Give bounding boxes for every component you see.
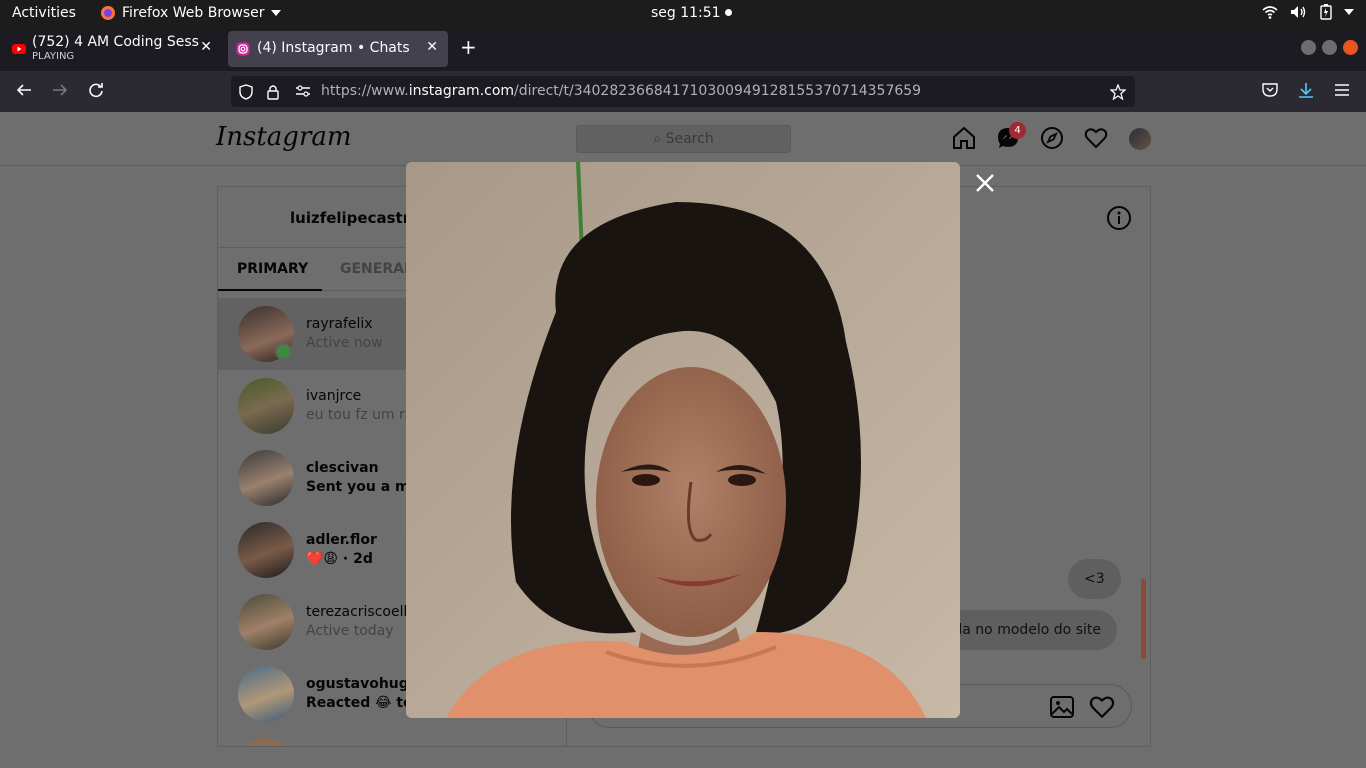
- search-placeholder: Search: [665, 131, 714, 147]
- url-host: instagram.com: [408, 83, 515, 99]
- portrait-photo: [406, 162, 960, 718]
- minimize-button[interactable]: [1301, 40, 1316, 55]
- avatar: [238, 522, 294, 578]
- avatar: [238, 450, 294, 506]
- downloads-icon[interactable]: [1298, 82, 1314, 98]
- thread-name: terezacriscoelho: [306, 604, 421, 620]
- activities-button[interactable]: Activities: [12, 5, 76, 21]
- system-top-bar: Activities Firefox Web Browser seg 11:51: [0, 0, 1366, 27]
- pocket-icon[interactable]: [1262, 82, 1278, 98]
- tab-title: (4) Instagram • Chats: [257, 40, 410, 56]
- volume-icon: [1291, 6, 1306, 18]
- thread-preview: Active now: [306, 335, 383, 351]
- app-name: Firefox Web Browser: [122, 5, 265, 21]
- navigation-toolbar: https://www.instagram.com/direct/t/34028…: [0, 71, 1366, 112]
- instagram-header: Instagram ⌕ Search 4: [0, 112, 1366, 166]
- profile-avatar[interactable]: [1129, 128, 1151, 150]
- thread-preview: eu tou fz um ras: [306, 407, 421, 423]
- tab-primary[interactable]: PRIMARY: [237, 261, 308, 277]
- instagram-icon: [236, 42, 250, 56]
- wifi-icon: [1262, 6, 1278, 19]
- firefox-icon: [101, 6, 115, 20]
- chevron-down-icon: [1344, 9, 1354, 15]
- tab-playing-label[interactable]: PLAYING: [32, 51, 74, 62]
- url-bar[interactable]: https://www.instagram.com/direct/t/34028…: [231, 76, 1135, 107]
- youtube-icon: [12, 44, 26, 54]
- bookmark-star-icon[interactable]: [1110, 84, 1126, 100]
- active-tab-indicator: [218, 289, 322, 291]
- image-icon[interactable]: [1049, 694, 1075, 720]
- avatar: [238, 738, 294, 746]
- online-indicator: [275, 343, 292, 360]
- search-input[interactable]: ⌕ Search: [576, 125, 791, 153]
- thread-item[interactable]: [218, 730, 567, 746]
- tab-strip: (752) 4 AM Coding Sessio PLAYING ✕ (4) I…: [0, 27, 1366, 71]
- heart-icon[interactable]: [1089, 694, 1115, 720]
- close-icon[interactable]: [975, 173, 995, 193]
- hamburger-menu-icon[interactable]: [1334, 82, 1350, 98]
- avatar: [238, 378, 294, 434]
- battery-icon: [1320, 4, 1332, 20]
- compass-icon[interactable]: [1040, 126, 1064, 150]
- scrollbar-thumb[interactable]: [1141, 579, 1146, 659]
- thread-name: ogustavohugo: [306, 676, 419, 692]
- shield-icon[interactable]: [239, 84, 253, 100]
- forward-arrow-icon[interactable]: [52, 82, 68, 98]
- clock-text: seg 11:51: [651, 5, 721, 21]
- url-prefix: https://www.: [321, 83, 409, 99]
- window-controls: [1301, 40, 1358, 55]
- messenger-badge: 4: [1009, 122, 1026, 139]
- avatar: [238, 666, 294, 722]
- permissions-icon[interactable]: [295, 84, 311, 98]
- close-tab-icon[interactable]: ✕: [200, 39, 212, 55]
- app-menu[interactable]: Firefox Web Browser: [100, 5, 281, 21]
- thread-name: ivanjrce: [306, 388, 362, 404]
- tab-title: (752) 4 AM Coding Sessio: [32, 34, 200, 50]
- tab-general[interactable]: GENERAL: [340, 261, 413, 277]
- avatar: [238, 594, 294, 650]
- home-icon[interactable]: [952, 126, 976, 150]
- message-bubble[interactable]: <3: [1068, 559, 1121, 599]
- thread-name: clescivan: [306, 460, 379, 476]
- reload-icon[interactable]: [88, 82, 104, 98]
- instagram-logo[interactable]: Instagram: [216, 122, 352, 152]
- new-tab-button[interactable]: +: [460, 35, 477, 59]
- url-path: /direct/t/340282366841710300949128155370…: [514, 83, 922, 99]
- close-tab-icon[interactable]: ✕: [426, 39, 438, 55]
- thread-name: rayrafelix: [306, 316, 373, 332]
- thread-preview: Active today: [306, 623, 394, 639]
- lock-icon[interactable]: [267, 84, 279, 100]
- heart-icon[interactable]: [1084, 126, 1108, 150]
- thread-name: adler.flor: [306, 532, 377, 548]
- photo-viewer: [406, 162, 960, 718]
- back-arrow-icon[interactable]: [16, 82, 32, 98]
- url-text[interactable]: https://www.instagram.com/direct/t/34028…: [321, 83, 921, 99]
- close-window-button[interactable]: [1343, 40, 1358, 55]
- notification-dot: [724, 9, 732, 16]
- search-icon: ⌕: [653, 131, 662, 147]
- info-icon[interactable]: [1106, 205, 1132, 231]
- chevron-down-icon: [270, 10, 281, 16]
- maximize-button[interactable]: [1322, 40, 1337, 55]
- thread-preview: ❤️😩 · 2d: [306, 551, 373, 567]
- system-tray[interactable]: [1262, 4, 1354, 20]
- tab-instagram[interactable]: (4) Instagram • Chats ✕: [228, 31, 448, 67]
- dm-username[interactable]: luizfelipecastro: [290, 209, 420, 227]
- clock[interactable]: seg 11:51: [651, 5, 732, 21]
- tab-youtube[interactable]: (752) 4 AM Coding Sessio PLAYING ✕: [4, 31, 222, 67]
